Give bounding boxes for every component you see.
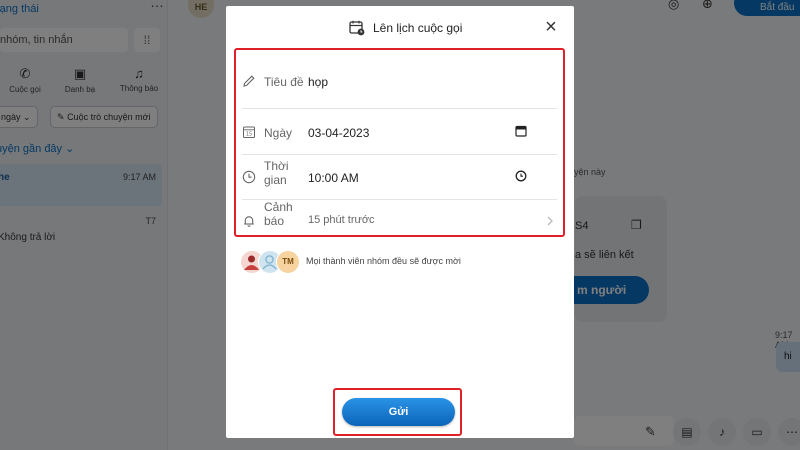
title-input[interactable]: họp (308, 75, 328, 89)
date-label: Ngày (264, 126, 293, 140)
date-input[interactable]: 03-04-2023 (308, 126, 369, 140)
calendar-picker-icon[interactable] (514, 124, 528, 138)
schedule-call-dialog: Lên lịch cuộc gọi × Tiêu đề họp 15 Ngày … (226, 6, 574, 438)
alert-field[interactable]: Cảnh báo 15 phút trước (236, 200, 563, 236)
alert-label-line1: Cảnh (264, 200, 293, 214)
time-label-line1: Thời (264, 159, 289, 173)
time-label: Thời gian (264, 159, 289, 187)
pencil-icon (243, 75, 255, 87)
invitees-note: Mọi thành viên nhóm đều sẽ được mời (306, 256, 461, 266)
schedule-form: Tiêu đề họp 15 Ngày 03-04-2023 Thời gian… (234, 48, 565, 237)
svg-text:15: 15 (246, 132, 252, 138)
close-icon[interactable]: × (542, 17, 560, 37)
avatar: TM (276, 250, 300, 274)
clock-icon (242, 170, 256, 184)
dialog-title: Lên lịch cuộc gọi (373, 21, 463, 35)
clock-picker-icon[interactable] (514, 169, 528, 183)
time-field[interactable]: Thời gian 10:00 AM (236, 155, 563, 199)
calendar-clock-icon (349, 20, 365, 36)
invitees-row: TM Mọi thành viên nhóm đều sẽ được mời (240, 250, 560, 276)
time-label-line2: gian (264, 173, 287, 187)
send-highlight: Gửi (333, 388, 462, 436)
title-field[interactable]: Tiêu đề họp (236, 50, 563, 108)
send-button[interactable]: Gửi (342, 398, 455, 426)
date-field[interactable]: 15 Ngày 03-04-2023 (236, 109, 563, 154)
alert-label-line2: báo (264, 214, 285, 228)
alert-label: Cảnh báo (264, 200, 293, 228)
calendar-icon: 15 (243, 126, 255, 138)
chevron-right-icon[interactable] (543, 214, 557, 228)
alert-select[interactable]: 15 phút trước (308, 214, 375, 226)
bell-icon (244, 216, 254, 227)
title-label: Tiêu đề (264, 75, 304, 89)
time-input[interactable]: 10:00 AM (308, 171, 359, 185)
